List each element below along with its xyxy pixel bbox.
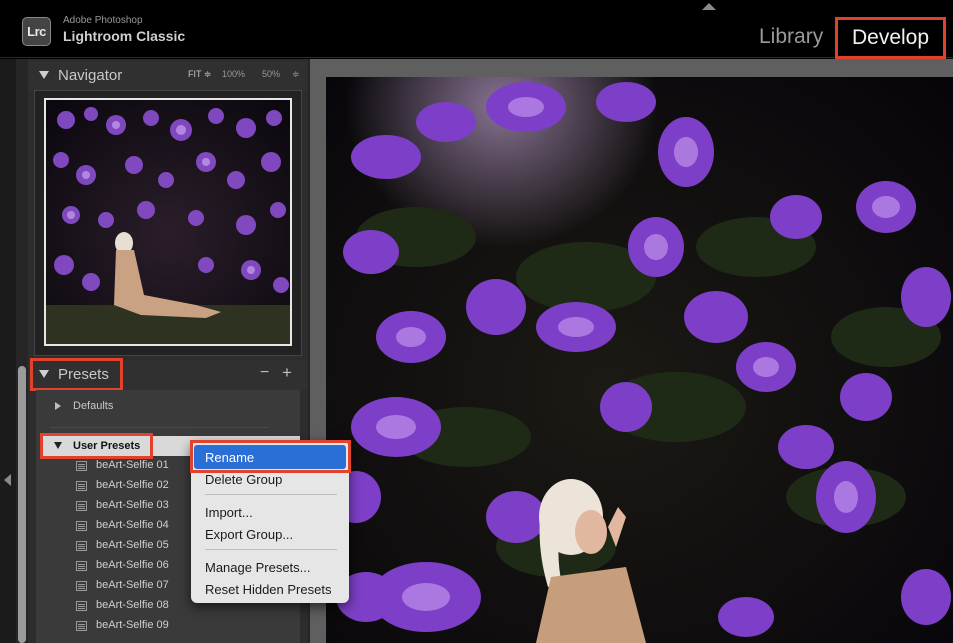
preset-icon <box>76 461 87 471</box>
brand-line-2: Lightroom Classic <box>63 28 186 44</box>
zoom-50-button[interactable]: 50% <box>262 69 280 79</box>
list-item[interactable]: beArt-Selfie 05 <box>76 539 206 555</box>
menu-separator <box>205 549 337 550</box>
user-presets-highlight-box <box>40 433 153 459</box>
zoom-fit-button[interactable]: FIT ≑ <box>188 69 211 80</box>
navigator-disclosure-icon[interactable] <box>39 71 49 79</box>
preset-group-divider <box>50 427 268 428</box>
navigator-preview-image[interactable] <box>44 98 292 346</box>
preset-icon <box>76 501 87 511</box>
navigator-title: Navigator <box>58 67 123 84</box>
zoom-100-button[interactable]: 100% <box>222 69 245 79</box>
preset-icon <box>76 521 87 531</box>
left-panel-scrollbar[interactable] <box>18 366 26 643</box>
collapse-left-panel-icon[interactable] <box>4 474 11 486</box>
remove-preset-button[interactable]: − <box>260 364 269 382</box>
list-item[interactable]: beArt-Selfie 06 <box>76 559 206 575</box>
preset-icon <box>76 601 87 611</box>
preset-icon <box>76 621 87 631</box>
list-item[interactable]: beArt-Selfie 07 <box>76 579 206 595</box>
list-item[interactable]: beArt-Selfie 09 <box>76 619 206 635</box>
list-item[interactable]: beArt-Selfie 03 <box>76 499 206 515</box>
menu-item-import[interactable]: Import... <box>205 505 253 520</box>
preset-group-defaults[interactable]: Defaults <box>73 400 113 412</box>
defaults-disclosure-icon[interactable] <box>55 402 61 410</box>
zoom-more-selector[interactable]: ≑ <box>292 69 300 80</box>
collapse-top-panel-icon[interactable] <box>702 3 716 10</box>
menu-separator <box>205 494 337 495</box>
add-preset-button[interactable]: + <box>282 363 292 383</box>
list-item[interactable]: beArt-Selfie 08 <box>76 599 206 615</box>
list-item[interactable]: beArt-Selfie 04 <box>76 519 206 535</box>
preset-icon <box>76 481 87 491</box>
list-item[interactable]: beArt-Selfie 01 <box>76 459 206 475</box>
menu-item-delete-group[interactable]: Delete Group <box>205 472 282 487</box>
preset-icon <box>76 581 87 591</box>
presets-highlight-box <box>30 358 123 391</box>
menu-item-reset-hidden-presets[interactable]: Reset Hidden Presets <box>205 582 331 597</box>
menu-item-manage-presets[interactable]: Manage Presets... <box>205 560 311 575</box>
preset-icon <box>76 541 87 551</box>
list-item[interactable]: beArt-Selfie 02 <box>76 479 206 495</box>
main-photo[interactable] <box>326 77 953 643</box>
left-panel-edge[interactable] <box>0 59 16 643</box>
rename-highlight-box <box>190 440 351 473</box>
menu-item-export-group[interactable]: Export Group... <box>205 527 293 542</box>
lrc-logo: Lrc <box>22 17 51 46</box>
preset-icon <box>76 561 87 571</box>
module-tab-library[interactable]: Library <box>759 25 823 49</box>
brand-line-1: Adobe Photoshop <box>63 15 143 26</box>
module-tab-develop[interactable]: Develop <box>835 17 946 59</box>
